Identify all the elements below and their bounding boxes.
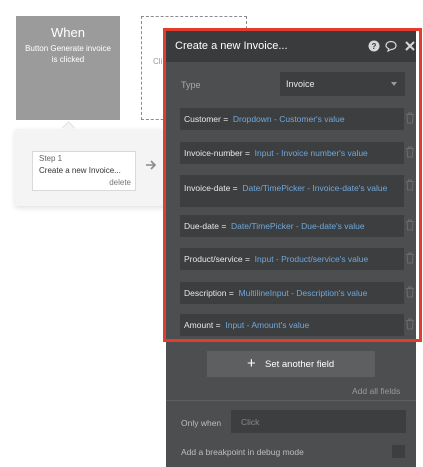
- svg-text:?: ?: [372, 42, 377, 51]
- field-row-customer[interactable]: Customer = Dropdown - Customer's value: [180, 108, 404, 130]
- add-event-placeholder-text: Cli: [153, 57, 163, 66]
- field-value[interactable]: Date/TimePicker - Invoice-date's value: [242, 183, 387, 193]
- debug-breakpoint-label: Add a breakpoint in debug mode: [181, 447, 304, 457]
- panel-title: Create a new Invoice...: [175, 40, 288, 52]
- only-when-label: Only when: [181, 418, 222, 428]
- arrow-right-icon[interactable]: [144, 158, 158, 172]
- field-row-amount[interactable]: Amount = Input - Amount's value: [180, 314, 404, 336]
- set-another-field-button[interactable]: + Set another field: [207, 351, 375, 377]
- field-value[interactable]: MultilineInput - Description's value: [239, 288, 368, 298]
- step-card[interactable]: Step 1 Create a new Invoice... delete: [32, 151, 136, 191]
- field-row-due-date[interactable]: Due-date = Date/TimePicker - Due-date's …: [180, 215, 404, 237]
- step-number: Step 1: [39, 154, 63, 163]
- step-name: Create a new Invoice...: [39, 166, 121, 175]
- field-row-product-service[interactable]: Product/service = Input - Product/servic…: [180, 248, 404, 270]
- trash-icon[interactable]: [405, 318, 415, 330]
- trash-icon[interactable]: [405, 286, 415, 298]
- help-icon[interactable]: ?: [368, 40, 380, 52]
- field-name: Invoice-date: [184, 183, 231, 193]
- field-value[interactable]: Input - Invoice number's value: [255, 148, 368, 158]
- debug-breakpoint-checkbox[interactable]: [392, 445, 405, 458]
- field-name: Due-date: [184, 221, 219, 231]
- type-label: Type: [181, 80, 201, 90]
- section-divider: [166, 400, 416, 401]
- field-name: Invoice-number: [184, 148, 243, 158]
- only-when-placeholder: Click: [241, 417, 260, 427]
- type-selected-value: Invoice: [286, 79, 315, 89]
- plus-icon: +: [247, 355, 256, 372]
- field-value[interactable]: Dropdown - Customer's value: [233, 114, 345, 124]
- step-delete-link[interactable]: delete: [109, 178, 131, 187]
- set-another-field-label: Set another field: [265, 359, 335, 370]
- trash-icon[interactable]: [405, 219, 415, 231]
- field-name: Description: [184, 288, 227, 298]
- trash-icon[interactable]: [405, 252, 415, 264]
- trash-icon[interactable]: [405, 112, 415, 124]
- field-row-invoice-date[interactable]: Invoice-date = Date/TimePicker - Invoice…: [180, 175, 404, 207]
- close-icon[interactable]: [404, 40, 416, 52]
- event-card[interactable]: When Button Generate invoice is clicked: [16, 16, 120, 120]
- type-dropdown[interactable]: Invoice: [280, 72, 405, 96]
- trash-icon[interactable]: [405, 179, 415, 191]
- field-row-description[interactable]: Description = MultilineInput - Descripti…: [180, 282, 404, 304]
- field-name: Product/service: [184, 254, 243, 264]
- comment-icon[interactable]: [385, 40, 397, 52]
- field-row-invoice-number[interactable]: Invoice-number = Input - Invoice number'…: [180, 142, 404, 164]
- field-value[interactable]: Input - Product/service's value: [255, 254, 369, 264]
- field-name: Amount: [184, 320, 214, 330]
- event-title: When: [51, 25, 85, 40]
- only-when-input[interactable]: Click: [231, 410, 406, 433]
- panel-header[interactable]: Create a new Invoice... ?: [166, 29, 416, 62]
- event-description: Button Generate invoice is clicked: [25, 44, 111, 64]
- chevron-down-icon: [391, 82, 397, 86]
- field-value[interactable]: Input - Amount's value: [225, 320, 309, 330]
- field-name: Customer: [184, 114, 221, 124]
- add-all-fields-link[interactable]: Add all fields: [352, 386, 400, 396]
- field-value[interactable]: Date/TimePicker - Due-date's value: [231, 221, 365, 231]
- trash-icon[interactable]: [405, 146, 415, 158]
